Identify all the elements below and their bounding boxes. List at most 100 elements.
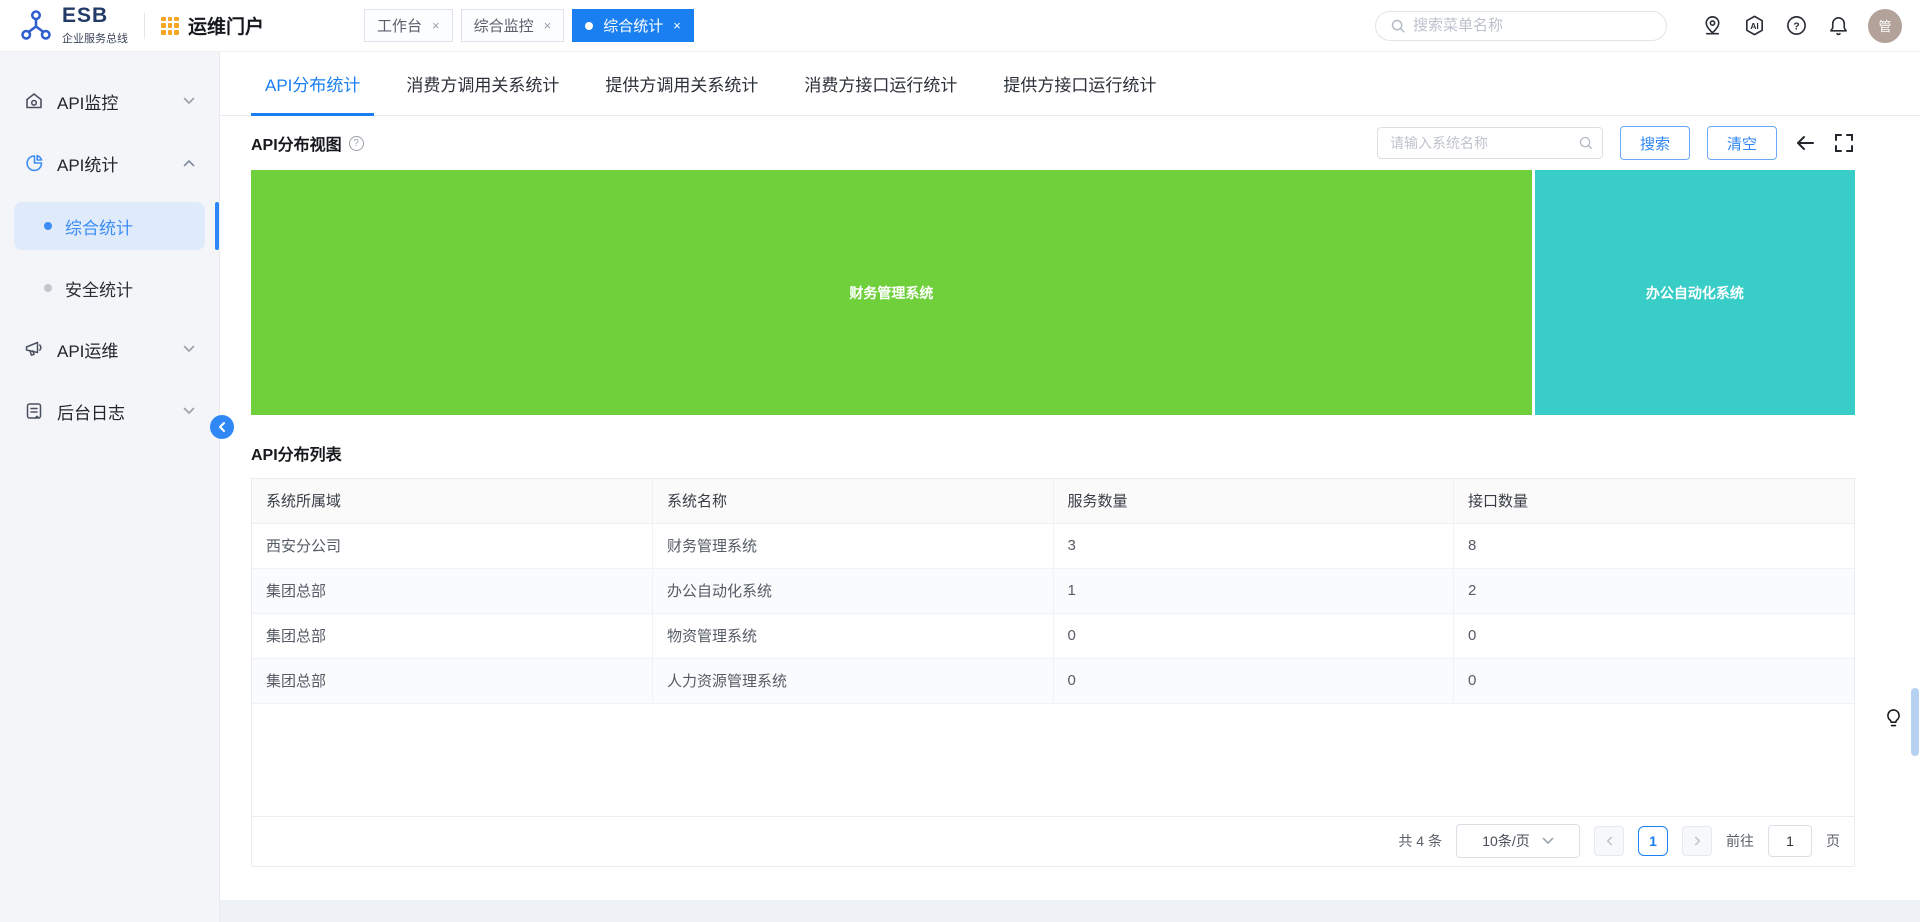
header-page-tab[interactable]: 综合监控 × [461, 9, 565, 42]
chevron-down-icon [183, 407, 195, 415]
brand-title: ESB [62, 5, 128, 27]
table-cell: 0 [1053, 613, 1454, 658]
column-header: 系统名称 [653, 479, 1054, 523]
sidebar-item-label: API监控 [57, 89, 118, 114]
table-cell: 3 [1053, 523, 1454, 568]
log-icon [24, 401, 44, 421]
tab-label: 综合统计 [603, 15, 663, 36]
table-cell: 集团总部 [252, 658, 653, 703]
brand-text: ESB 企业服务总线 [62, 5, 128, 45]
table-row: 集团总部办公自动化系统12 [252, 568, 1854, 613]
table-cell: 8 [1454, 523, 1855, 568]
footer-strip [220, 900, 1920, 922]
table-empty-area [252, 704, 1854, 816]
table-cell: 0 [1053, 658, 1454, 703]
help-icon[interactable]: ? [1785, 14, 1808, 37]
table-cell: 财务管理系统 [653, 523, 1054, 568]
sidebar-subitem-label: 综合统计 [65, 214, 133, 239]
scrollbar-thumb[interactable] [1911, 688, 1919, 756]
header-page-tab[interactable]: 综合统计 × [572, 9, 694, 42]
goto-label: 前往 [1726, 831, 1754, 851]
close-icon[interactable]: × [673, 18, 681, 33]
close-icon[interactable]: × [544, 18, 552, 33]
table-cell: 西安分公司 [252, 523, 653, 568]
column-header: 接口数量 [1454, 479, 1855, 523]
menu-search-input[interactable] [1413, 17, 1652, 34]
table-cell: 人力资源管理系统 [653, 658, 1054, 703]
chevron-up-icon [183, 159, 195, 167]
sidebar-item[interactable]: API统计 [14, 140, 205, 186]
table-cell: 集团总部 [252, 568, 653, 613]
chevron-down-icon [183, 97, 195, 105]
bell-icon[interactable] [1827, 14, 1850, 37]
location-icon[interactable] [1701, 14, 1724, 37]
svg-text:AI: AI [1750, 21, 1759, 31]
prev-page-button[interactable] [1594, 826, 1624, 856]
pie-chart-icon [24, 153, 44, 173]
active-dot [585, 22, 593, 30]
pagination: 共 4 条 10条/页 1 前往 页 [252, 816, 1854, 866]
search-button[interactable]: 搜索 [1620, 126, 1690, 160]
esb-logo: ESB 企业服务总线 [18, 5, 128, 45]
back-arrow-icon[interactable] [1794, 132, 1816, 154]
goto-page-input[interactable] [1768, 825, 1812, 857]
sidebar-item[interactable]: API监控 [14, 78, 205, 124]
table-header-row: 系统所属域系统名称服务数量接口数量 [252, 479, 1854, 523]
column-header: 系统所属域 [252, 479, 653, 523]
table-cell: 2 [1454, 568, 1855, 613]
statistics-tab[interactable]: 提供方接口运行统计 [1003, 52, 1156, 116]
sidebar-subitem[interactable]: 综合统计 [14, 202, 205, 250]
fullscreen-icon[interactable] [1833, 132, 1855, 154]
chevron-right-icon [1693, 835, 1702, 847]
statistics-tab[interactable]: API分布统计 [265, 52, 360, 116]
sidebar-subitem-label: 安全统计 [65, 276, 133, 301]
tab-label: 综合监控 [474, 15, 534, 36]
active-item-indicator [215, 202, 219, 250]
lightbulb-icon[interactable] [1884, 708, 1903, 730]
sidebar-subitem[interactable]: 安全统计 [14, 264, 205, 312]
tab-label: 工作台 [377, 15, 422, 36]
bullet-dot [44, 284, 52, 292]
api-distribution-table-card: 系统所属域系统名称服务数量接口数量西安分公司财务管理系统38集团总部办公自动化系… [251, 478, 1855, 867]
statistics-tab[interactable]: 消费方调用关系统计 [406, 52, 559, 116]
portal-title-group: 运维门户 [161, 12, 264, 39]
sidebar-item[interactable]: 后台日志 [14, 388, 205, 434]
next-page-button[interactable] [1682, 826, 1712, 856]
search-icon [1578, 135, 1594, 151]
column-header: 服务数量 [1053, 479, 1454, 523]
sidebar-collapse-button[interactable] [210, 415, 234, 439]
treemap-node[interactable]: 财务管理系统 [251, 170, 1532, 415]
clear-button[interactable]: 清空 [1707, 126, 1777, 160]
header-divider [144, 13, 145, 39]
sidebar-item[interactable]: API运维 [14, 326, 205, 372]
page-size-value: 10条/页 [1482, 831, 1529, 851]
table-row: 西安分公司财务管理系统38 [252, 523, 1854, 568]
menu-search-box[interactable] [1375, 11, 1667, 41]
view-title-group: API分布视图 ? [251, 131, 364, 155]
megaphone-icon [24, 339, 44, 359]
view-toolbar-actions: 搜索 清空 [1377, 126, 1855, 160]
header-page-tab[interactable]: 工作台 × [364, 9, 453, 42]
system-name-search [1377, 127, 1603, 159]
chevron-left-icon [1605, 835, 1614, 847]
table-row: 集团总部物资管理系统00 [252, 613, 1854, 658]
grid-apps-icon[interactable] [161, 17, 179, 35]
treemap-node[interactable]: 办公自动化系统 [1535, 170, 1855, 415]
system-name-input[interactable] [1377, 127, 1603, 159]
view-help-icon[interactable]: ? [349, 136, 364, 151]
ai-assistant-icon[interactable]: AI [1743, 14, 1766, 37]
list-title: API分布列表 [251, 441, 1920, 465]
sidebar: API监控 API统计综合统计安全统计 API运维后台日志 [0, 52, 220, 922]
table-cell: 0 [1454, 613, 1855, 658]
total-count: 共 4 条 [1398, 831, 1442, 851]
user-avatar[interactable]: 管 [1868, 9, 1902, 43]
current-page-button[interactable]: 1 [1638, 826, 1668, 856]
page-size-select[interactable]: 10条/页 [1456, 824, 1580, 858]
statistics-tab[interactable]: 提供方调用关系统计 [605, 52, 758, 116]
treemap-node-label: 财务管理系统 [849, 283, 933, 303]
statistics-tab[interactable]: 消费方接口运行统计 [804, 52, 957, 116]
close-icon[interactable]: × [432, 18, 440, 33]
chevron-left-icon [217, 421, 227, 433]
brand-subtitle: 企业服务总线 [62, 30, 128, 46]
view-title: API分布视图 [251, 131, 342, 155]
